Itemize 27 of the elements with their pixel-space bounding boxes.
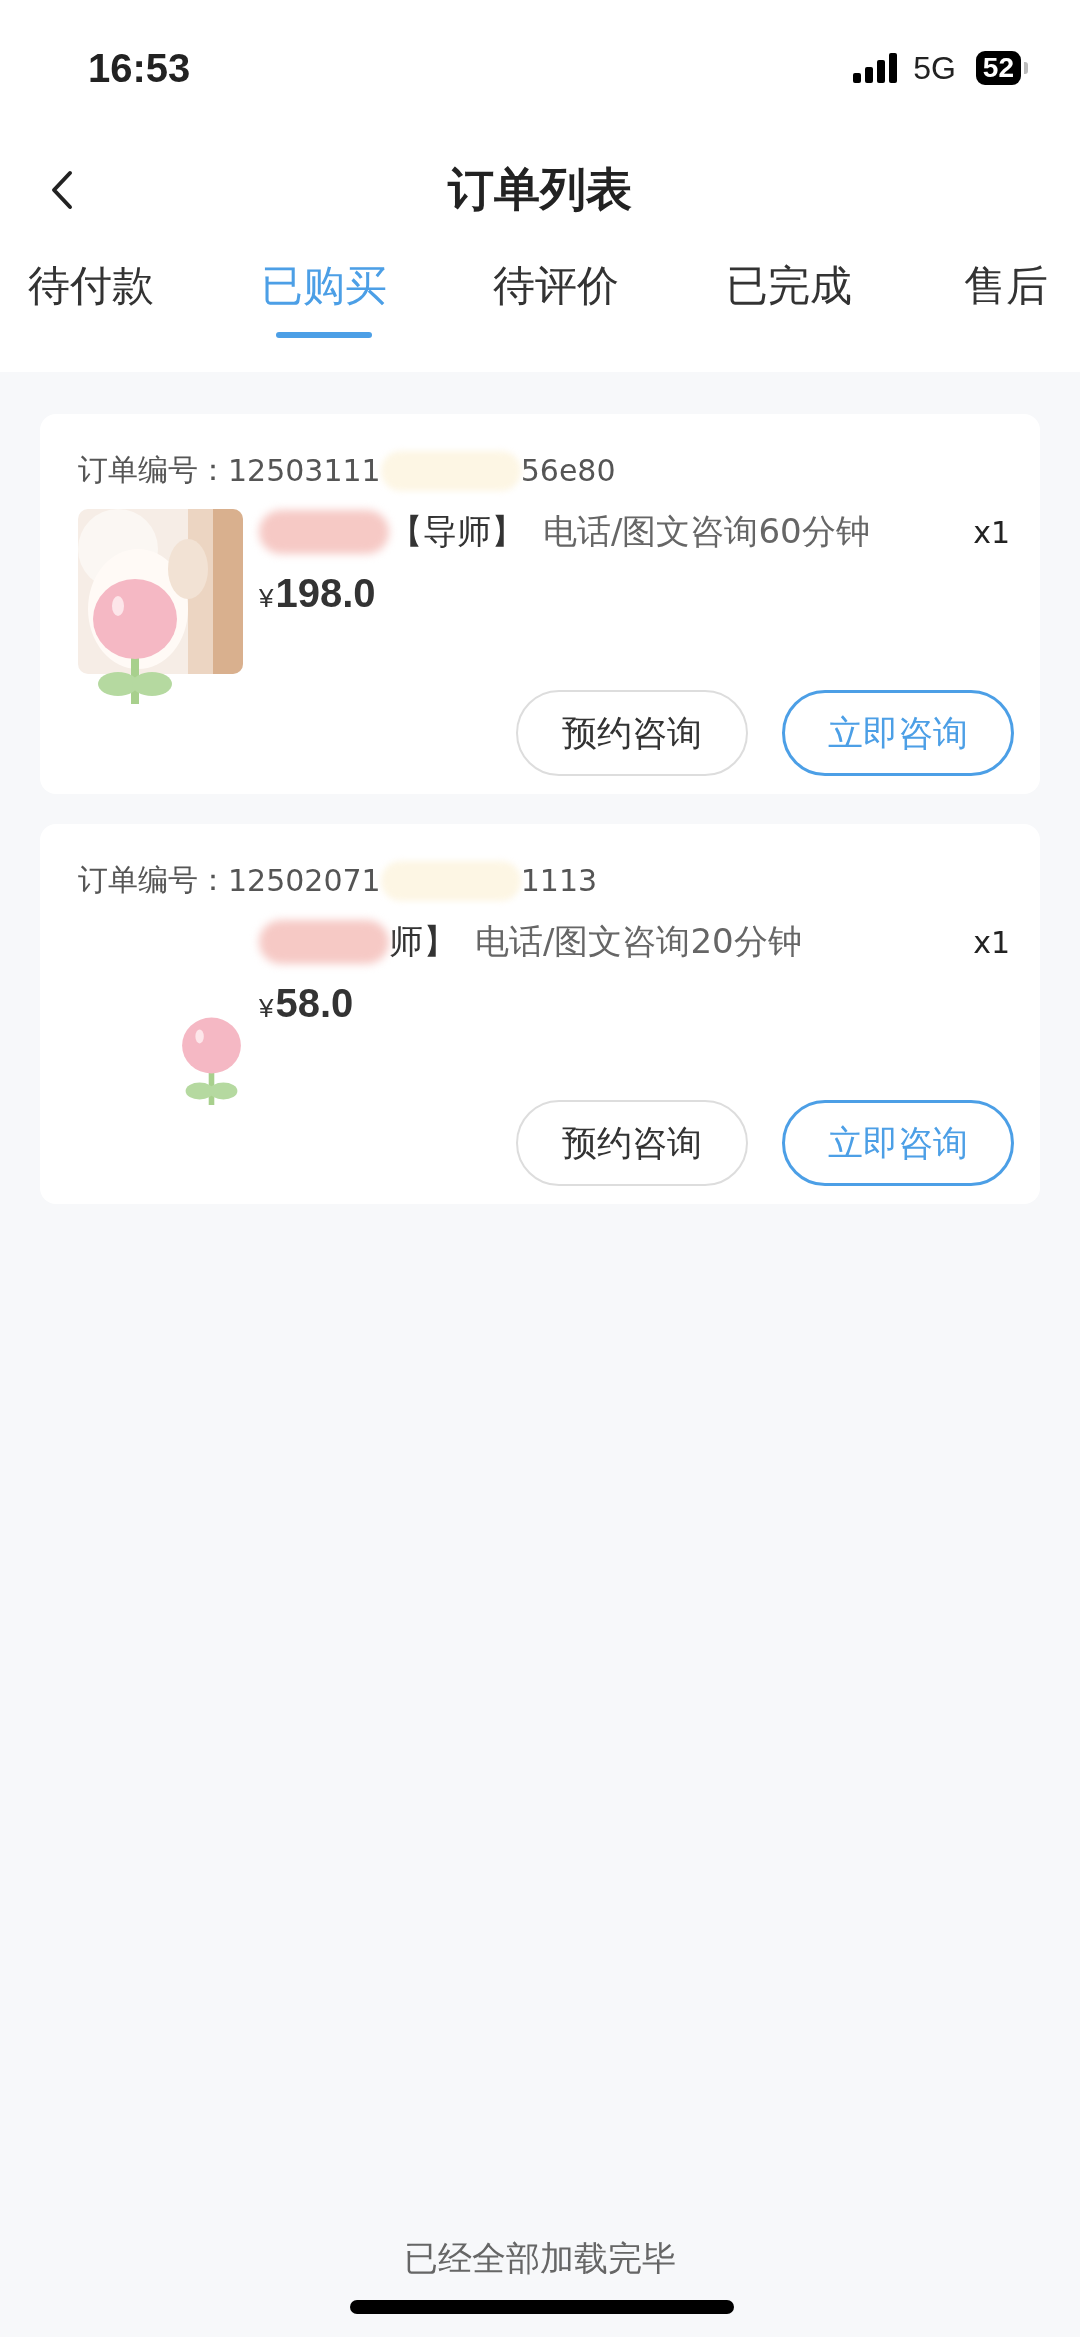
back-icon[interactable] (50, 170, 74, 210)
tab[interactable]: 待付款 (28, 234, 154, 362)
signal-icon (853, 53, 900, 83)
network-label: 5G (913, 49, 956, 87)
product-name: 电话/图文咨询60分钟 (543, 510, 871, 553)
page-title: 订单列表 (448, 161, 632, 218)
order-number: 12503111 (228, 453, 381, 488)
tab[interactable]: 待评价 (493, 234, 619, 362)
quantity: x1 (973, 924, 1010, 960)
order-number: 56e80 (520, 453, 616, 488)
product-type: 【导师】 (389, 510, 525, 553)
battery-icon: 52 (975, 51, 1021, 85)
order-number: 12502071 (228, 863, 381, 898)
book-consult-button[interactable]: 预约咨询 (516, 1100, 748, 1186)
status-time: 16:53 (88, 45, 192, 91)
product-type: 师】 (389, 920, 457, 963)
order-number: 1113 (520, 863, 598, 898)
product-name: 电话/图文咨询20分钟 (475, 920, 803, 963)
order-number-label: 订单编号： (78, 861, 228, 899)
tab[interactable]: 已完成 (725, 234, 852, 362)
price: ¥198.0 (259, 571, 377, 616)
order-number-label: 订单编号： (78, 451, 228, 489)
load-complete-text: 已经全部加载完毕 (404, 2238, 676, 2278)
price: ¥58.0 (259, 981, 355, 1026)
book-consult-button[interactable]: 预约咨询 (516, 690, 748, 776)
quantity: x1 (973, 514, 1010, 550)
tab[interactable]: 售后 (958, 234, 1054, 362)
